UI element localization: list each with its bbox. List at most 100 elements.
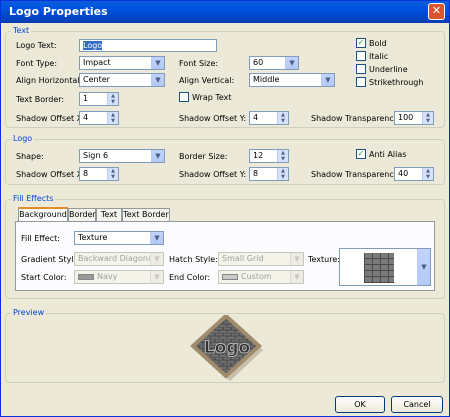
arrow-down-icon[interactable]: ▼ — [278, 118, 288, 124]
fill-effects-group-label: Fill Effects — [11, 194, 56, 203]
align-vertical-label: Align Vertical: — [179, 76, 235, 85]
end-color-select[interactable]: Custom ▼ — [218, 270, 304, 284]
gradient-style-select[interactable]: Backward Diagonal ▼ — [74, 252, 164, 266]
text-border-spinner[interactable]: 1 ▲ ▼ — [79, 92, 119, 106]
text-border-value: 1 — [83, 94, 89, 103]
arrow-down-icon[interactable]: ▼ — [278, 174, 288, 180]
arrow-down-icon[interactable]: ▼ — [108, 118, 118, 124]
wrap-text-label: Wrap Text — [192, 93, 232, 102]
hatch-style-value: Small Grid — [222, 254, 264, 263]
tab-background[interactable]: Background — [18, 207, 68, 221]
logo-shadow-offset-x-value: 8 — [83, 169, 89, 178]
shape-select[interactable]: Sign 6 ▼ — [79, 149, 165, 163]
preview-group-label: Preview — [11, 308, 47, 317]
logo-shadow-transparency-spinner[interactable]: 40 ▲ ▼ — [394, 167, 434, 181]
wrap-text-checkbox[interactable] — [179, 92, 189, 102]
bold-checkbox[interactable]: ✓ — [356, 38, 366, 48]
text-border-label: Text Border: — [16, 95, 65, 104]
tab-border[interactable]: Border — [68, 208, 96, 221]
arrow-down-icon[interactable]: ▼ — [423, 174, 433, 180]
anti-alias-checkbox[interactable]: ✓ — [356, 149, 366, 159]
anti-alias-label: Anti Alias — [369, 150, 407, 159]
logo-shadow-offset-y-spinner[interactable]: 8 ▲ ▼ — [249, 167, 289, 181]
text-shadow-offset-y-label: Shadow Offset Y: — [179, 114, 247, 123]
bold-label: Bold — [369, 39, 387, 48]
chevron-down-icon[interactable]: ▼ — [151, 150, 164, 162]
chevron-down-icon[interactable]: ▼ — [290, 271, 303, 283]
text-shadow-transparency-label: Shadow Transparency: — [311, 114, 401, 123]
logo-shadow-offset-y-label: Shadow Offset Y: — [179, 170, 247, 179]
underline-checkbox[interactable] — [356, 64, 366, 74]
logo-text-value: Logo — [83, 41, 103, 50]
text-shadow-offset-y-value: 4 — [253, 113, 259, 122]
texture-picker[interactable]: ▼ — [339, 248, 431, 286]
font-size-select[interactable]: 60 ▼ — [249, 56, 299, 70]
text-shadow-offset-x-spinner[interactable]: 4 ▲ ▼ — [79, 111, 119, 125]
hatch-style-select[interactable]: Small Grid ▼ — [218, 252, 304, 266]
logo-shadow-offset-x-label: Shadow Offset X: — [16, 170, 85, 179]
chevron-down-icon[interactable]: ▼ — [150, 232, 163, 244]
end-color-label: End Color: — [169, 273, 211, 282]
text-shadow-transparency-spinner[interactable]: 100 ▲ ▼ — [394, 111, 434, 125]
arrow-down-icon[interactable]: ▼ — [278, 156, 288, 162]
align-horizontal-select[interactable]: Center ▼ — [79, 73, 165, 87]
start-color-select[interactable]: Navy ▼ — [74, 270, 164, 284]
chevron-down-icon[interactable]: ▼ — [321, 74, 334, 86]
logo-group-label: Logo — [11, 134, 35, 143]
gradient-style-value: Backward Diagonal — [78, 254, 156, 263]
chevron-down-icon[interactable]: ▼ — [151, 74, 164, 86]
tab-text[interactable]: Text — [96, 208, 122, 221]
close-icon: ✕ — [431, 4, 442, 17]
title-bar[interactable]: Logo Properties ✕ — [1, 1, 449, 23]
font-size-label: Font Size: — [179, 59, 219, 68]
texture-swatch — [364, 253, 394, 283]
chevron-down-icon[interactable]: ▼ — [285, 57, 298, 69]
chevron-down-icon[interactable]: ▼ — [290, 253, 303, 265]
shape-value: Sign 6 — [83, 151, 109, 160]
text-shadow-offset-x-label: Shadow Offset X: — [16, 114, 85, 123]
check-icon: ✓ — [357, 149, 365, 158]
align-horizontal-value: Center — [83, 75, 110, 84]
check-icon: ✓ — [357, 38, 365, 47]
align-vertical-value: Middle — [253, 75, 280, 84]
logo-properties-dialog: Logo Properties ✕ Text Logo Text: Logo ✓… — [0, 0, 450, 417]
end-color-value: Custom — [241, 272, 272, 281]
tab-text-border[interactable]: Text Border — [122, 208, 170, 221]
arrow-down-icon[interactable]: ▼ — [108, 99, 118, 105]
italic-label: Italic — [369, 52, 389, 61]
logo-shadow-offset-x-spinner[interactable]: 8 ▲ ▼ — [79, 167, 119, 181]
strikethrough-label: Strikethrough — [369, 78, 424, 87]
border-size-spinner[interactable]: 12 ▲ ▼ — [249, 149, 289, 163]
italic-checkbox[interactable] — [356, 51, 366, 61]
close-button[interactable]: ✕ — [428, 3, 445, 20]
cancel-button[interactable]: Cancel — [391, 396, 443, 413]
hatch-style-label: Hatch Style: — [169, 255, 218, 264]
logo-text-input[interactable]: Logo — [79, 39, 217, 52]
gradient-style-label: Gradient Style: — [21, 255, 82, 264]
arrow-down-icon[interactable]: ▼ — [108, 174, 118, 180]
chevron-down-icon[interactable]: ▼ — [150, 271, 163, 283]
end-color-swatch — [222, 273, 238, 280]
border-size-value: 12 — [253, 151, 264, 160]
strikethrough-checkbox[interactable] — [356, 77, 366, 87]
font-size-value: 60 — [253, 58, 264, 67]
text-shadow-transparency-value: 100 — [398, 113, 414, 122]
ok-button[interactable]: OK — [335, 396, 385, 413]
start-color-value: Navy — [97, 272, 118, 281]
arrow-down-icon[interactable]: ▼ — [423, 118, 433, 124]
shape-label: Shape: — [16, 152, 44, 161]
logo-shadow-transparency-label: Shadow Transparency: — [311, 170, 401, 179]
fill-effect-label: Fill Effect: — [21, 234, 60, 243]
fill-effect-select[interactable]: Texture ▼ — [74, 231, 164, 245]
chevron-down-icon[interactable]: ▼ — [151, 57, 164, 69]
texture-label: Texture: — [308, 255, 340, 264]
font-type-select[interactable]: Impact ▼ — [79, 56, 165, 70]
underline-label: Underline — [369, 65, 408, 74]
logo-text-label: Logo Text: — [16, 41, 57, 50]
chevron-down-icon[interactable]: ▼ — [417, 249, 430, 285]
fill-effect-value: Texture — [78, 233, 108, 242]
start-color-label: Start Color: — [21, 273, 67, 282]
text-shadow-offset-y-spinner[interactable]: 4 ▲ ▼ — [249, 111, 289, 125]
align-vertical-select[interactable]: Middle ▼ — [249, 73, 335, 87]
chevron-down-icon[interactable]: ▼ — [150, 253, 163, 265]
